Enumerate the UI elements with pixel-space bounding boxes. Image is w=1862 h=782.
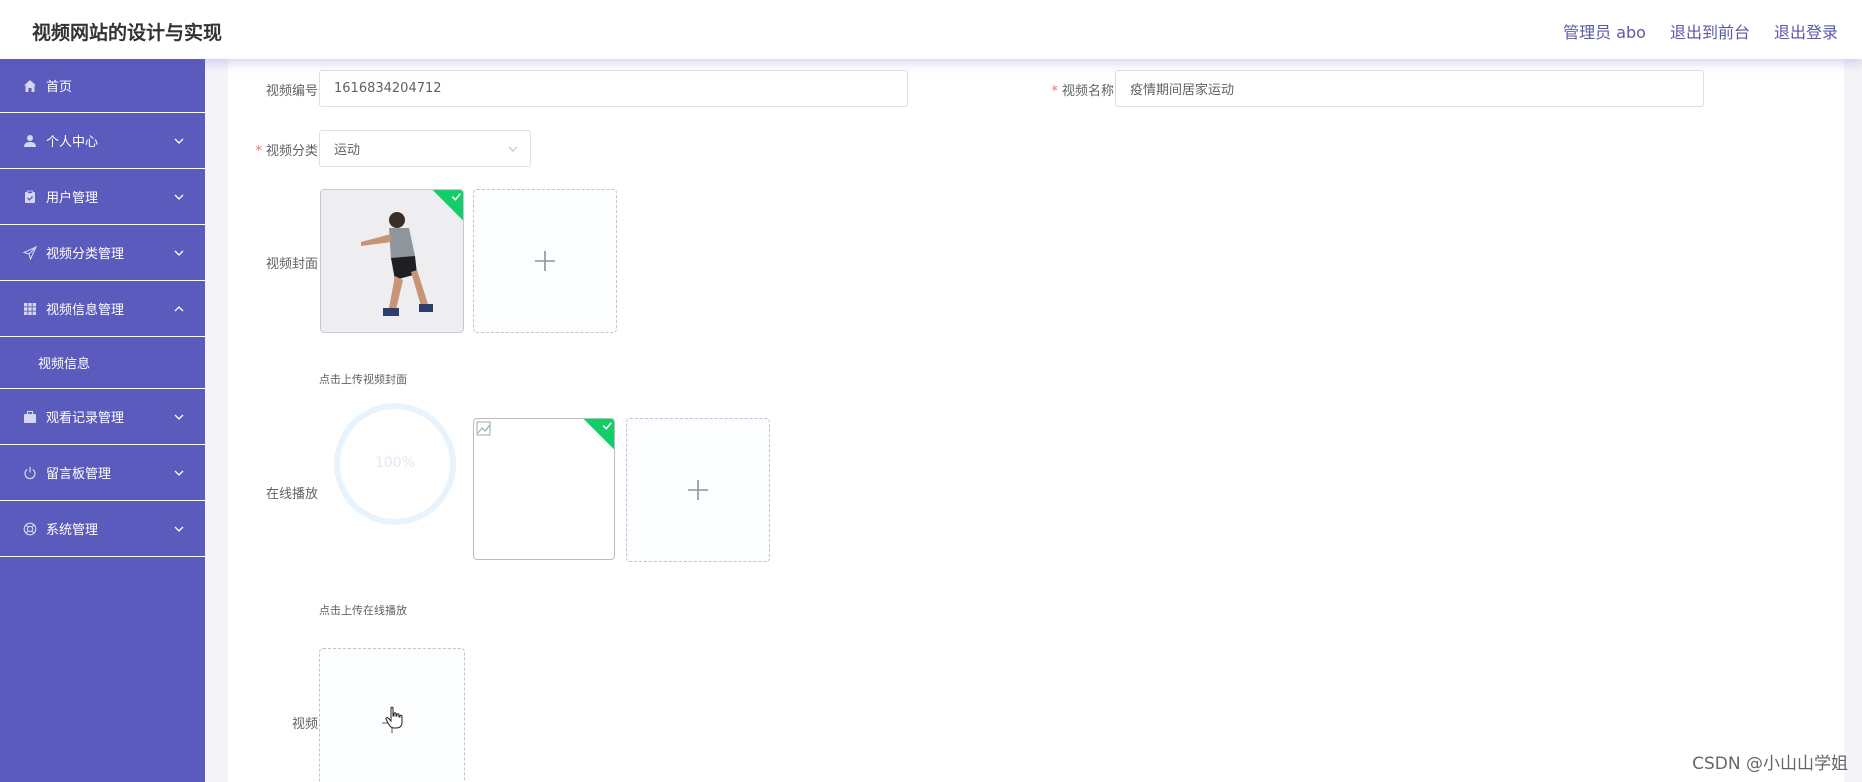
- top-header: 视频网站的设计与实现 管理员 abo 退出到前台 退出登录: [0, 0, 1862, 59]
- chevron-up-icon: [174, 305, 184, 311]
- app-title: 视频网站的设计与实现: [32, 22, 223, 44]
- chevron-down-icon: [174, 526, 184, 532]
- home-icon: [22, 78, 38, 94]
- sidebar-item-label: 视频信息管理: [46, 303, 125, 318]
- sidebar-item-label: 系统管理: [46, 523, 99, 538]
- chevron-down-icon: [508, 146, 518, 152]
- broken-image-icon: [476, 421, 491, 436]
- upload-success-badge: [582, 419, 614, 451]
- back-to-front-link[interactable]: 退出到前台: [1670, 19, 1750, 43]
- online-play-upload-tip: 点击上传在线播放: [319, 604, 407, 617]
- sidebar-item-label: 观看记录管理: [46, 411, 125, 426]
- sidebar-subitem-label: 视频信息: [38, 357, 91, 372]
- briefcase-icon: [22, 409, 38, 425]
- category-select[interactable]: 运动: [319, 130, 531, 167]
- sidebar-item-label: 视频分类管理: [46, 247, 125, 262]
- sidebar-item-personal-center[interactable]: 个人中心: [0, 113, 205, 169]
- sidebar-item-message-board-management[interactable]: 留言板管理: [0, 445, 205, 501]
- header-links: 管理员 abo 退出到前台 退出登录: [1563, 19, 1838, 43]
- check-icon: [451, 193, 461, 201]
- video-name-label: * 视频名称: [1051, 84, 1114, 99]
- cover-upload-tip: 点击上传视频封面: [319, 373, 407, 386]
- category-label: * 视频分类: [255, 144, 318, 159]
- cover-label: 视频封面: [265, 257, 318, 272]
- video-label: 视频: [291, 717, 318, 732]
- admin-user-link[interactable]: 管理员 abo: [1563, 19, 1646, 43]
- chevron-down-icon: [174, 250, 184, 256]
- form-panel: 视频编号 1616834204712 * 视频名称 疫情期间居家运动 * 视频分类 …: [228, 59, 1844, 782]
- chevron-down-icon: [174, 414, 184, 420]
- sidebar-item-watch-record-management[interactable]: 观看记录管理: [0, 389, 205, 445]
- logout-link[interactable]: 退出登录: [1774, 19, 1838, 43]
- sidebar-item-video-info-management[interactable]: 视频信息管理: [0, 281, 205, 337]
- cover-upload-button[interactable]: [473, 189, 617, 333]
- clipboard-icon: [22, 189, 38, 205]
- upload-progress-circle: 100%: [332, 401, 458, 527]
- cover-thumbnail[interactable]: [320, 189, 464, 333]
- chevron-down-icon: [174, 470, 184, 476]
- plus-icon: [535, 251, 555, 271]
- chevron-down-icon: [174, 138, 184, 144]
- sidebar-item-system-management[interactable]: 系统管理: [0, 501, 205, 557]
- video-no-value: 1616834204712: [334, 81, 442, 96]
- online-play-upload-button[interactable]: [626, 418, 770, 562]
- hand-cursor-icon: [385, 706, 403, 729]
- sidebar-item-label: 留言板管理: [46, 467, 112, 482]
- sidebar-item-label: 首页: [46, 80, 73, 95]
- squat-person-image: [321, 190, 463, 332]
- plus-icon: [688, 480, 708, 500]
- check-icon: [602, 422, 612, 430]
- sidebar-item-label: 个人中心: [46, 135, 99, 150]
- video-no-label: 视频编号: [265, 84, 318, 99]
- online-play-label: 在线播放: [265, 487, 318, 502]
- category-selected-value: 运动: [334, 143, 361, 158]
- csdn-watermark: CSDN @小山山学姐: [1692, 754, 1848, 774]
- sidebar-item-label: 用户管理: [46, 191, 99, 206]
- video-no-input[interactable]: 1616834204712: [319, 70, 908, 107]
- sidebar-item-home[interactable]: 首页: [0, 59, 205, 113]
- power-icon: [22, 465, 38, 481]
- help-ring-icon: [22, 521, 38, 537]
- grid-icon: [22, 301, 38, 317]
- online-play-thumbnail[interactable]: [473, 418, 615, 560]
- sidebar: 首页 个人中心 用户管理 视频分类管理 视频信息管理 视频信息 观看记录管理 留…: [0, 59, 205, 782]
- upload-progress-text: 100%: [374, 455, 416, 471]
- send-icon: [22, 245, 38, 261]
- chevron-down-icon: [174, 194, 184, 200]
- sidebar-item-user-management[interactable]: 用户管理: [0, 169, 205, 225]
- user-icon: [22, 133, 38, 149]
- sidebar-subitem-video-info[interactable]: 视频信息: [0, 337, 205, 389]
- sidebar-item-category-management[interactable]: 视频分类管理: [0, 225, 205, 281]
- video-name-input[interactable]: 疫情期间居家运动: [1115, 70, 1704, 107]
- video-name-value: 疫情期间居家运动: [1130, 83, 1235, 98]
